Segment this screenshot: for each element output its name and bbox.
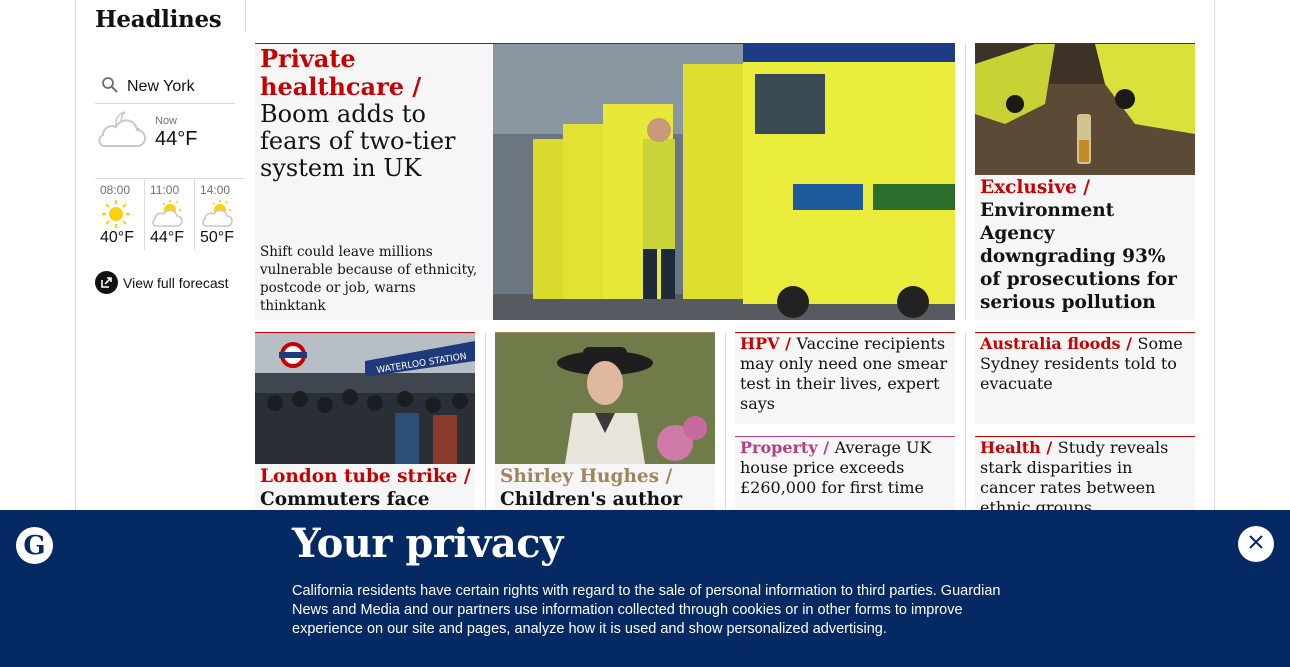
health-story-headline[interactable]: Health / Study reveals stark disparities… <box>980 438 1192 518</box>
external-link-icon <box>95 271 118 294</box>
tube-story-headline[interactable]: London tube strike / Commuters face <box>260 465 472 511</box>
forecast-temp: 44°F <box>150 229 184 246</box>
hourly-forecast: 08:00 40°F 11:00 44°F 14:00 50°F <box>95 178 245 250</box>
now-temperature: 44°F <box>155 128 198 150</box>
water-sampling-photo[interactable] <box>975 44 1195 175</box>
ambulance-photo[interactable] <box>493 44 955 320</box>
column-divider <box>725 332 726 512</box>
floods-story-headline[interactable]: Australia floods / Some Sydney residents… <box>980 334 1192 394</box>
author-portrait-photo[interactable] <box>495 333 715 464</box>
kicker-separator: / <box>1076 177 1091 198</box>
view-full-forecast-link[interactable]: View full forecast <box>95 271 229 294</box>
story-kicker: Private healthcare <box>260 44 404 101</box>
hpv-story-headline[interactable]: HPV / Vaccine recipients may only need o… <box>740 334 952 414</box>
main-story-card[interactable]: Private healthcare / Boom adds to fears … <box>255 43 955 320</box>
forecast-time: 08:00 <box>100 183 131 197</box>
story-kicker: Property <box>740 438 818 457</box>
story-kicker: Australia floods <box>980 334 1121 353</box>
hpv-story-card[interactable]: HPV / Vaccine recipients may only need o… <box>735 332 955 424</box>
story-kicker: Exclusive <box>980 177 1077 198</box>
main-story-headline[interactable]: Private healthcare / Boom adds to fears … <box>260 45 488 182</box>
weather-location[interactable]: New York <box>95 70 235 104</box>
privacy-title: Your privacy <box>292 520 563 567</box>
forecast-time: 14:00 <box>200 183 231 197</box>
story-kicker: Health <box>980 438 1041 457</box>
waterloo-station-photo[interactable]: WATERLOO STATION <box>255 333 475 464</box>
kicker-separator: / <box>404 72 422 101</box>
column-divider <box>485 332 486 512</box>
forecast-item: 08:00 40°F <box>95 179 146 250</box>
story-headline: Commuters face <box>260 489 430 510</box>
kicker-separator: / <box>817 438 835 457</box>
search-icon <box>101 76 119 98</box>
divider <box>245 0 246 32</box>
forecast-time: 11:00 <box>150 183 180 197</box>
guardian-logo: G <box>16 527 53 564</box>
now-label: Now <box>155 115 178 127</box>
env-story-headline[interactable]: Exclusive / Environment Agency downgradi… <box>980 176 1190 314</box>
sun-icon <box>100 199 144 229</box>
forecast-temp: 40°F <box>100 229 134 246</box>
story-kicker: Shirley Hughes <box>500 466 660 487</box>
tube-story-card[interactable]: WATERLOO STATION London tube strike / Co… <box>255 332 475 532</box>
property-story-headline[interactable]: Property / Average UK house price exceed… <box>740 438 952 498</box>
forecast-item: 11:00 44°F <box>145 179 196 250</box>
kicker-separator: / <box>1040 438 1058 457</box>
view-full-forecast-label: View full forecast <box>123 274 229 291</box>
story-headline: Boom adds to fears of two-tier system in… <box>260 100 456 182</box>
partly-sunny-icon <box>200 199 245 229</box>
column-divider <box>965 43 966 320</box>
column-divider <box>965 332 966 512</box>
close-icon <box>1248 534 1264 554</box>
partly-cloudy-night-icon <box>95 108 149 154</box>
kicker-separator: / <box>779 334 797 353</box>
story-headline: Environment Agency downgrading 93% of pr… <box>980 200 1177 313</box>
env-story-card[interactable]: Exclusive / Environment Agency downgradi… <box>975 43 1195 320</box>
story-trail: Shift could leave millions vulnerable be… <box>260 244 478 314</box>
story-kicker: HPV <box>740 334 780 353</box>
close-banner-button[interactable] <box>1238 526 1274 562</box>
location-name: New York <box>127 77 195 95</box>
kicker-separator: / <box>457 466 471 487</box>
privacy-banner: G Your privacy California residents have… <box>0 510 1290 667</box>
forecast-temp: 50°F <box>200 229 234 246</box>
kicker-separator: / <box>659 466 673 487</box>
floods-story-card[interactable]: Australia floods / Some Sydney residents… <box>975 332 1195 424</box>
section-title: Headlines <box>95 6 222 33</box>
story-kicker: London tube strike <box>260 466 458 487</box>
forecast-item: 14:00 50°F <box>195 179 245 250</box>
privacy-body: California residents have certain rights… <box>292 583 1001 637</box>
kicker-separator: / <box>1120 334 1138 353</box>
shirley-story-card[interactable]: Shirley Hughes / Children's author and <box>495 332 715 532</box>
partly-sunny-icon <box>150 199 194 229</box>
